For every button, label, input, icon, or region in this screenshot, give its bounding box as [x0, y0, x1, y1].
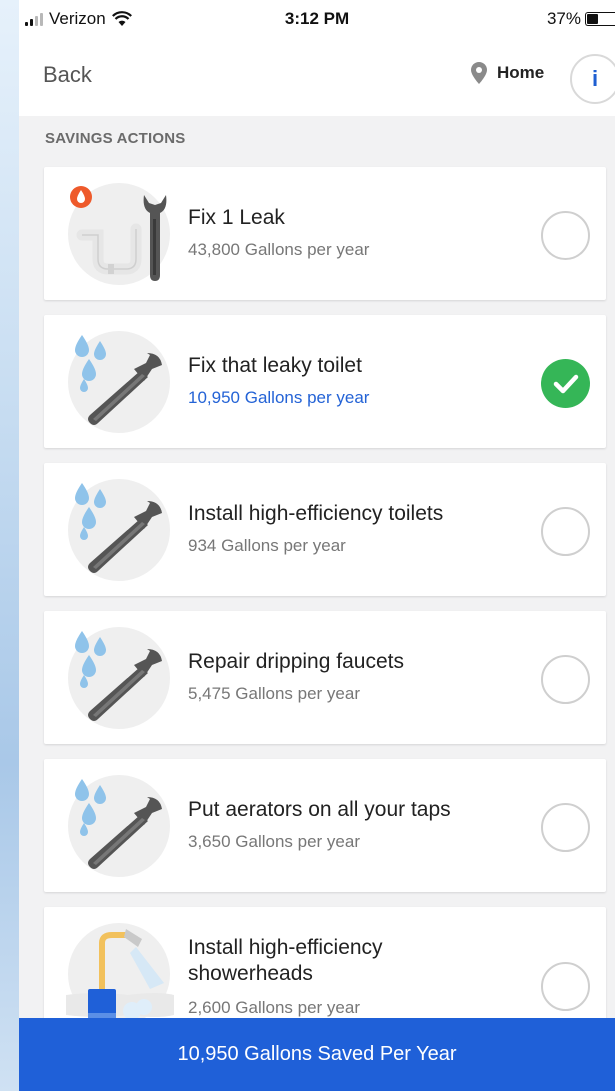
action-card-dripping-faucets[interactable]: Repair dripping faucets 5,475 Gallons pe… [44, 611, 606, 744]
action-checkbox-checked[interactable] [541, 359, 590, 408]
action-checkbox[interactable] [541, 507, 590, 556]
info-icon: i [591, 66, 599, 91]
location-pin-icon [471, 62, 487, 84]
action-subtitle: 934 Gallons per year [188, 536, 346, 555]
status-right: 37% [547, 9, 615, 29]
leak-pipe-icon [68, 183, 170, 285]
checkmark-icon [553, 374, 578, 393]
battery-percent: 37% [546, 9, 581, 28]
status-bar: Verizon 3:12 PM 37% [19, 0, 615, 38]
action-title: Fix that leaky toilet [188, 354, 362, 377]
action-title-line: Install high-efficiency [188, 936, 383, 959]
navigation-bar: Back Home i [19, 38, 615, 116]
action-subtitle: 5,475 Gallons per year [188, 684, 360, 703]
savings-summary-bar[interactable]: 10,950 Gallons Saved Per Year [19, 1018, 615, 1091]
battery-icon [585, 12, 615, 26]
location-label: Home [497, 63, 545, 82]
wrench-water-icon [68, 479, 170, 581]
wrench-water-icon [68, 627, 170, 729]
wrench-water-icon [68, 331, 170, 433]
action-subtitle: 10,950 Gallons per year [188, 388, 370, 407]
action-checkbox[interactable] [541, 803, 590, 852]
status-time: 3:12 PM [284, 9, 350, 28]
wrench-water-icon [68, 775, 170, 877]
action-subtitle: 43,800 Gallons per year [188, 240, 370, 259]
action-card-aerators[interactable]: Put aerators on all your taps 3,650 Gall… [44, 759, 606, 892]
action-title: Repair dripping faucets [188, 650, 404, 673]
action-subtitle: 3,650 Gallons per year [188, 832, 360, 851]
section-title: SAVINGS ACTIONS [45, 130, 186, 147]
savings-summary-label: 10,950 Gallons Saved Per Year [177, 1043, 457, 1065]
action-title: Install high-efficiency toilets [188, 502, 444, 525]
action-card-fix-leak[interactable]: Fix 1 Leak 43,800 Gallons per year [44, 167, 606, 300]
action-title: Put aerators on all your taps [188, 798, 451, 821]
app-screen: Verizon 3:12 PM 37% Back Home i SAVINGS … [19, 0, 615, 1091]
action-title-line: showerheads [188, 962, 313, 985]
action-checkbox[interactable] [541, 655, 590, 704]
back-button[interactable]: Back [43, 62, 92, 88]
location-selector[interactable]: Home [471, 62, 544, 84]
action-subtitle: 2,600 Gallons per year [188, 998, 360, 1017]
battery-fill [587, 14, 598, 24]
action-card-hiefficiency-toilets[interactable]: Install high-efficiency toilets 934 Gall… [44, 463, 606, 596]
action-checkbox[interactable] [541, 211, 590, 260]
showerhead-icon [66, 923, 174, 1025]
action-checkbox[interactable] [541, 962, 590, 1011]
action-card-leaky-toilet[interactable]: Fix that leaky toilet 10,950 Gallons per… [44, 315, 606, 448]
info-button[interactable]: i [570, 54, 615, 104]
action-title: Install high-efficiency showerheads [188, 935, 383, 987]
action-title: Fix 1 Leak [188, 206, 285, 229]
